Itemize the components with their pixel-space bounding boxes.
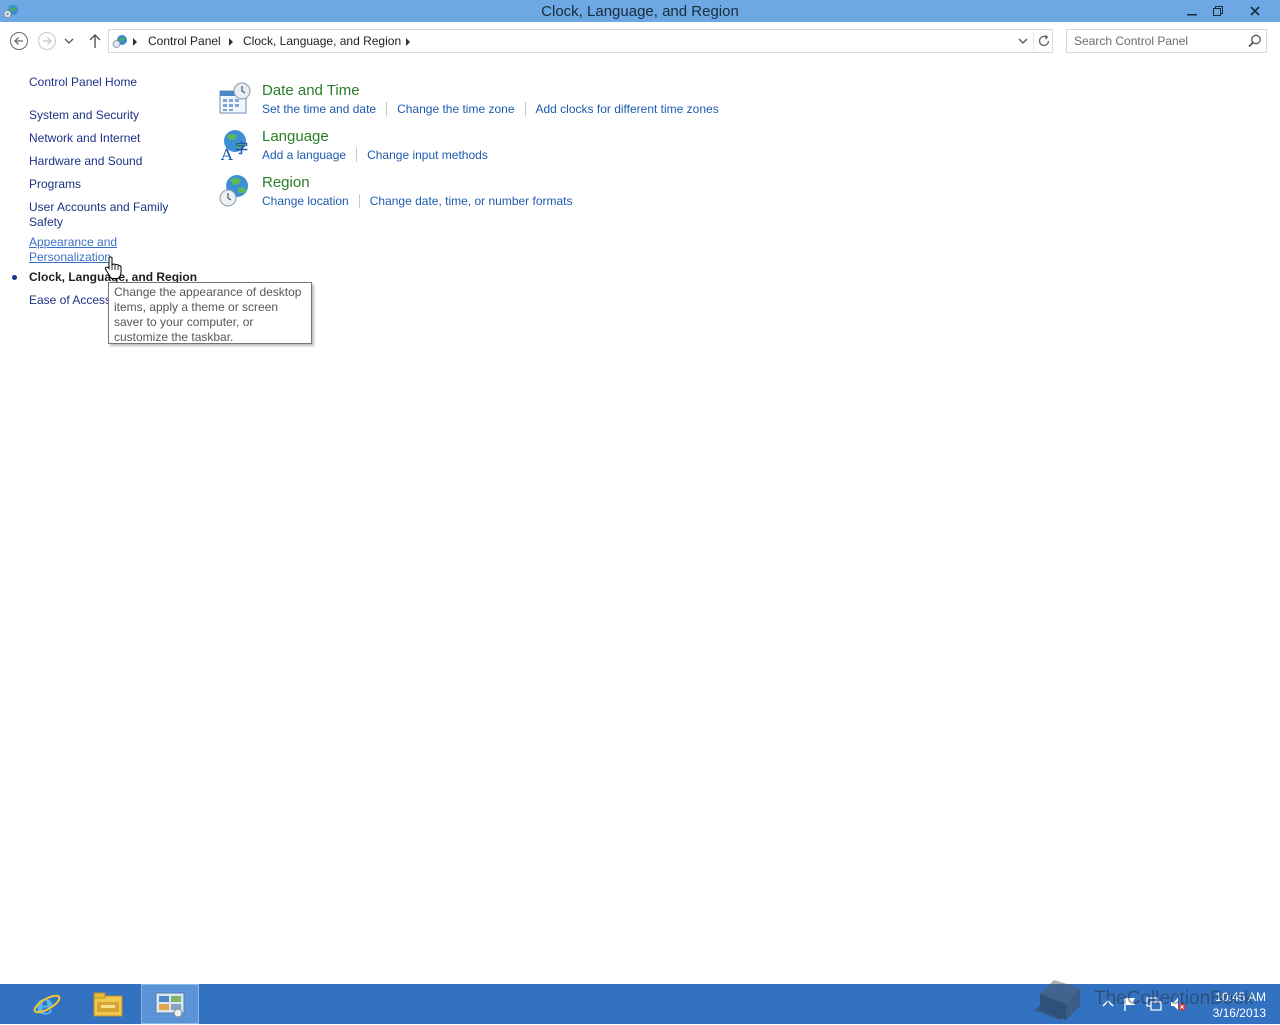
breadcrumb-separator-icon[interactable] xyxy=(406,38,410,46)
nav-link-hardware-and-sound[interactable]: Hardware and Sound xyxy=(29,154,179,169)
region-links: Change location Change date, time, or nu… xyxy=(262,194,573,208)
language-icon[interactable]: A 字 xyxy=(218,128,252,164)
book-logo-icon xyxy=(1034,980,1080,1020)
region-globe-icon[interactable] xyxy=(218,174,252,208)
set-time-and-date-link[interactable]: Set the time and date xyxy=(262,102,376,116)
nav-link-user-accounts[interactable]: User Accounts and Family Safety xyxy=(29,200,179,230)
window-title: Clock, Language, and Region xyxy=(541,2,739,20)
forward-button[interactable] xyxy=(37,31,57,51)
control-panel-home-link[interactable]: Control Panel Home xyxy=(29,75,179,90)
add-clocks-link[interactable]: Add clocks for different time zones xyxy=(536,102,719,116)
restore-button[interactable] xyxy=(1204,0,1232,22)
change-time-zone-link[interactable]: Change the time zone xyxy=(397,102,514,116)
close-button[interactable] xyxy=(1240,0,1270,22)
address-history-chevron-down-icon[interactable] xyxy=(1014,32,1032,50)
date-time-icon[interactable] xyxy=(218,82,252,116)
appearance-tooltip: Change the appearance of desktop items, … xyxy=(108,282,312,344)
nav-link-programs[interactable]: Programs xyxy=(29,177,179,192)
file-explorer-icon[interactable] xyxy=(79,984,137,1024)
nav-link-system-and-security[interactable]: System and Security xyxy=(29,108,179,123)
link-divider xyxy=(524,102,526,116)
link-divider xyxy=(358,194,360,208)
up-arrow-icon[interactable] xyxy=(85,31,105,51)
search-icon[interactable] xyxy=(1247,33,1263,49)
hand-pointer-cursor-icon xyxy=(104,256,122,280)
change-formats-link[interactable]: Change date, time, or number formats xyxy=(370,194,573,208)
add-language-link[interactable]: Add a language xyxy=(262,148,346,162)
link-divider xyxy=(386,102,388,116)
language-heading[interactable]: Language xyxy=(262,128,329,145)
control-panel-globe-icon xyxy=(112,33,128,49)
minimize-button[interactable] xyxy=(1178,0,1206,22)
breadcrumb-clock-language-region[interactable]: Clock, Language, and Region xyxy=(243,34,401,48)
breadcrumb-separator-icon[interactable] xyxy=(133,38,137,46)
refresh-icon[interactable] xyxy=(1033,31,1053,51)
watermark-text: TheCollectionBook xyxy=(1094,988,1254,1009)
change-location-link[interactable]: Change location xyxy=(262,194,349,208)
recent-locations-chevron-down-icon[interactable] xyxy=(62,31,76,51)
address-bar[interactable]: Control Panel Clock, Language, and Regio… xyxy=(108,29,1053,53)
svg-text:字: 字 xyxy=(235,141,248,157)
date-and-time-links: Set the time and date Change the time zo… xyxy=(262,102,719,116)
title-bar[interactable]: Clock, Language, and Region xyxy=(0,0,1280,22)
back-button[interactable] xyxy=(9,31,29,51)
link-divider xyxy=(356,148,358,162)
control-panel-icon[interactable] xyxy=(141,984,199,1024)
watermark: TheCollectionBook xyxy=(1030,976,1260,1022)
internet-explorer-icon[interactable]: e xyxy=(18,984,76,1024)
nav-link-network-and-internet[interactable]: Network and Internet xyxy=(29,131,179,146)
control-panel-window: Clock, Language, and Region Control Pane… xyxy=(0,0,1280,984)
navigation-bar: Control Panel Clock, Language, and Regio… xyxy=(0,28,1280,54)
date-and-time-heading[interactable]: Date and Time xyxy=(262,82,360,99)
search-input[interactable] xyxy=(1067,30,1237,52)
current-page-bullet-icon xyxy=(12,275,17,280)
language-links: Add a language Change input methods xyxy=(262,148,488,162)
region-heading[interactable]: Region xyxy=(262,174,310,191)
breadcrumb-control-panel[interactable]: Control Panel xyxy=(148,34,221,48)
svg-text:A: A xyxy=(220,145,233,162)
change-input-methods-link[interactable]: Change input methods xyxy=(367,148,488,162)
breadcrumb-separator-icon[interactable] xyxy=(229,38,233,46)
search-box[interactable] xyxy=(1066,29,1267,53)
control-panel-app-icon[interactable] xyxy=(3,3,19,19)
